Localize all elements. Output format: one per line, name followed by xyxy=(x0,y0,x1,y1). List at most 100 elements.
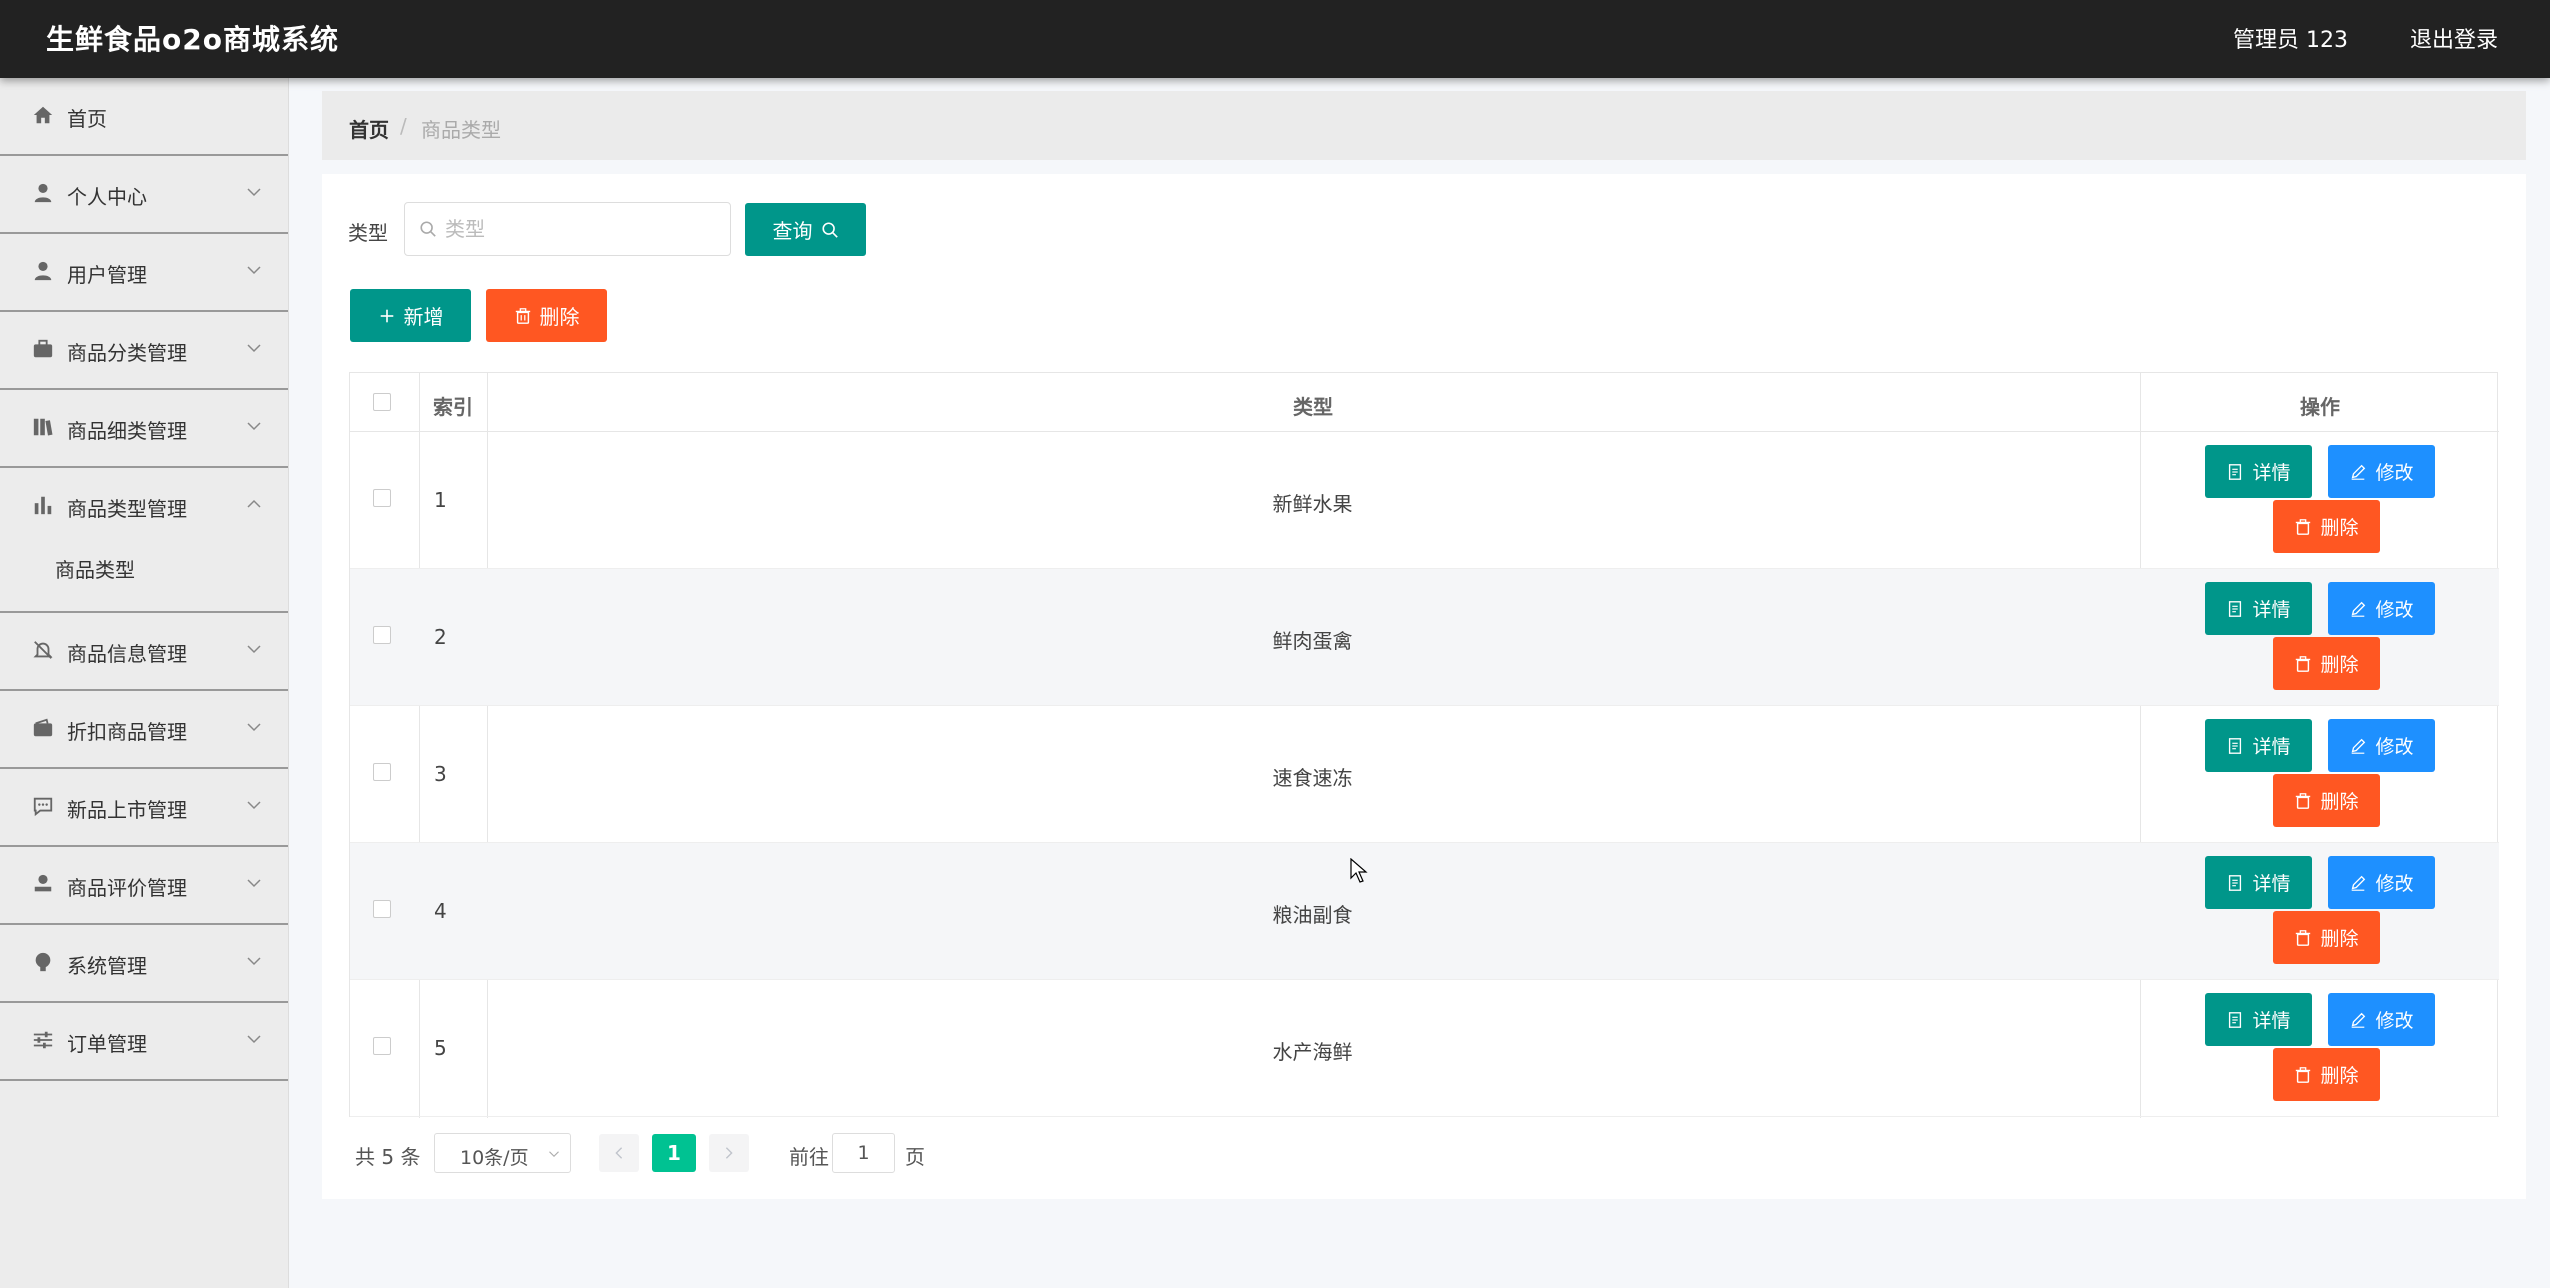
sidebar-item-review-management[interactable]: 商品评价管理 xyxy=(0,847,288,925)
row-checkbox[interactable] xyxy=(373,489,391,507)
current-user: 管理员 123 xyxy=(2233,28,2348,53)
edit-button[interactable]: 修改 xyxy=(2328,582,2435,635)
breadcrumb-home[interactable]: 首页 xyxy=(349,114,389,143)
detail-button[interactable]: 详情 xyxy=(2205,445,2312,498)
top-bar: 生鲜食品o2o商城系统 管理员 123 退出登录 xyxy=(0,0,2550,78)
breadcrumb-current: 商品类型 xyxy=(421,118,501,142)
cell-type: 水产海鲜 xyxy=(1272,1040,1353,1064)
add-button[interactable]: 新增 xyxy=(350,289,471,342)
logout-link[interactable]: 退出登录 xyxy=(2410,22,2498,54)
delete-button[interactable]: 删除 xyxy=(2273,774,2380,827)
sidebar-item-system-management[interactable]: 系统管理 xyxy=(0,925,288,1003)
chevron-left-icon xyxy=(615,1147,623,1159)
chevron-right-icon xyxy=(725,1147,733,1159)
chevron-down-icon xyxy=(247,188,261,197)
detail-button[interactable]: 详情 xyxy=(2205,993,2312,1046)
sidebar-item-category-management[interactable]: 商品分类管理 xyxy=(0,312,288,390)
sidebar-item-label: 商品信息管理 xyxy=(67,642,187,666)
sidebar-item-label: 商品细类管理 xyxy=(67,419,187,443)
goto-page-input[interactable] xyxy=(832,1133,895,1173)
app-title: 生鲜食品o2o商城系统 xyxy=(46,23,339,56)
row-checkbox[interactable] xyxy=(373,626,391,644)
pagination-total: 共 5 条 xyxy=(355,1145,421,1169)
row-checkbox[interactable] xyxy=(373,900,391,918)
delete-button[interactable]: 删除 xyxy=(2273,500,2380,553)
column-header-ops: 操作 xyxy=(2300,395,2340,419)
sidebar-item-product-info-management[interactable]: 商品信息管理 xyxy=(0,613,288,691)
edit-button[interactable]: 修改 xyxy=(2328,719,2435,772)
prev-page-button[interactable] xyxy=(599,1134,639,1172)
search-button-label: 查询 xyxy=(772,219,813,243)
page-suffix-label: 页 xyxy=(905,1145,925,1169)
cell-type: 速食速冻 xyxy=(1272,766,1353,790)
table-row: 4 粮油副食 详情 修改 删除 xyxy=(350,843,2499,980)
sidebar-item-type-management[interactable]: 商品类型管理 xyxy=(0,468,288,546)
edit-icon xyxy=(2352,1012,2366,1028)
sidebar-item-order-management[interactable]: 订单管理 xyxy=(0,1003,288,1081)
edit-icon xyxy=(2352,738,2366,754)
sidebar-item-user-management[interactable]: 用户管理 xyxy=(0,234,288,312)
data-table: 索引 类型 操作 1 新鲜水果 详情 修改 删除 2 鲜肉蛋禽 详情 修改 删除… xyxy=(349,372,2499,1118)
detail-button[interactable]: 详情 xyxy=(2205,719,2312,772)
sidebar-item-new-arrivals-management[interactable]: 新品上市管理 xyxy=(0,769,288,847)
home-icon xyxy=(33,106,53,124)
sidebar-subitem-product-type[interactable]: 商品类型 xyxy=(0,546,288,613)
detail-button-label: 详情 xyxy=(2252,736,2291,758)
pagination: 共 5 条 10条/页 1 前往 页 xyxy=(349,1130,1249,1176)
edit-button[interactable]: 修改 xyxy=(2328,445,2435,498)
table-row: 2 鲜肉蛋禽 详情 修改 删除 xyxy=(350,569,2499,706)
page-size-select[interactable]: 10条/页 xyxy=(434,1133,571,1173)
sidebar-item-label: 首页 xyxy=(67,107,107,131)
trash-icon xyxy=(2296,655,2311,672)
table-row: 3 速食速冻 详情 修改 删除 xyxy=(350,706,2499,843)
filter-type-input[interactable] xyxy=(445,215,715,243)
filter-type-field[interactable] xyxy=(404,202,731,256)
delete-button-label: 删除 xyxy=(2320,1065,2359,1087)
chevron-down-icon xyxy=(247,344,261,353)
search-button[interactable]: 查询 xyxy=(745,203,866,256)
column-header-type: 类型 xyxy=(1293,395,1333,419)
select-all-checkbox[interactable] xyxy=(373,393,391,411)
chevron-up-icon xyxy=(247,499,261,508)
document-icon xyxy=(2229,874,2242,891)
cell-type: 粮油副食 xyxy=(1272,903,1353,927)
trash-icon xyxy=(2296,792,2311,809)
chevron-down-icon xyxy=(247,879,261,888)
delete-button-label: 删除 xyxy=(2320,517,2359,539)
sidebar-item-subcategory-management[interactable]: 商品细类管理 xyxy=(0,390,288,468)
edit-button[interactable]: 修改 xyxy=(2328,856,2435,909)
chevron-down-icon xyxy=(549,1151,559,1158)
detail-button[interactable]: 详情 xyxy=(2205,582,2312,635)
document-icon xyxy=(2229,1011,2242,1028)
detail-button-label: 详情 xyxy=(2252,599,2291,621)
detail-button[interactable]: 详情 xyxy=(2205,856,2312,909)
row-checkbox[interactable] xyxy=(373,763,391,781)
edit-button-label: 修改 xyxy=(2375,736,2414,758)
document-icon xyxy=(2229,463,2242,480)
sidebar-item-personal-center[interactable]: 个人中心 xyxy=(0,156,288,234)
column-header-index: 索引 xyxy=(433,395,473,419)
table-row: 5 水产海鲜 详情 修改 删除 xyxy=(350,980,2499,1117)
cell-index: 5 xyxy=(434,1036,447,1060)
detail-button-label: 详情 xyxy=(2252,462,2291,484)
page-number-button[interactable]: 1 xyxy=(652,1134,696,1172)
edit-button[interactable]: 修改 xyxy=(2328,993,2435,1046)
cell-index: 3 xyxy=(434,762,447,786)
delete-button[interactable]: 删除 xyxy=(2273,1048,2380,1101)
sidebar: 首页 个人中心 用户管理 商品分类管理 商品细类管理 商品类型管理 商品类型 商… xyxy=(0,78,289,1288)
delete-button[interactable]: 删除 xyxy=(2273,637,2380,690)
row-checkbox[interactable] xyxy=(373,1037,391,1055)
sidebar-item-home[interactable]: 首页 xyxy=(0,78,288,156)
sidebar-subitem-label: 商品类型 xyxy=(55,558,135,582)
sidebar-item-label: 商品类型管理 xyxy=(67,497,187,521)
batch-delete-button[interactable]: 删除 xyxy=(486,289,607,342)
trash-icon xyxy=(515,307,530,324)
delete-button-label: 删除 xyxy=(2320,654,2359,676)
chevron-down-icon xyxy=(247,645,261,654)
books-icon xyxy=(33,418,53,436)
next-page-button[interactable] xyxy=(709,1134,749,1172)
delete-button[interactable]: 删除 xyxy=(2273,911,2380,964)
sidebar-item-label: 个人中心 xyxy=(67,185,147,209)
document-icon xyxy=(2229,737,2242,754)
sidebar-item-discount-management[interactable]: 折扣商品管理 xyxy=(0,691,288,769)
